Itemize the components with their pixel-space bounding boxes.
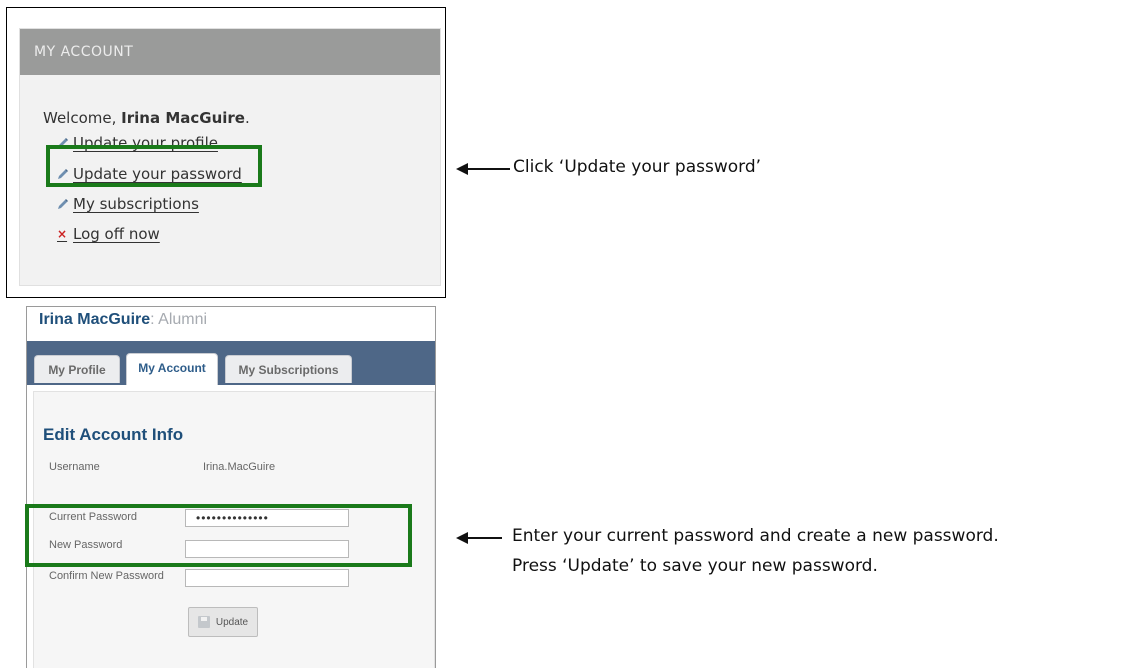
my-subscriptions-link[interactable]: My subscriptions [57,195,199,213]
section-title: Edit Account Info [43,425,184,444]
save-disk-icon [197,616,210,628]
tab-bar: My Profile My Account My Subscriptions [27,341,435,385]
profile-title: Irina MacGuire: Alumni [39,311,207,329]
arrow-left-icon [456,163,510,175]
welcome-text: Welcome, Irina MacGuire. [43,109,250,127]
confirm-password-field[interactable] [185,569,349,587]
step2-instruction-line1: Enter your current password and create a… [512,526,999,546]
log-off-link[interactable]: × Log off now [57,225,160,243]
username-label: Username [49,461,100,473]
profile-user-name: Irina MacGuire [39,311,151,328]
step2-instruction-line2: Press ‘Update’ to save your new password… [512,556,878,576]
tab-my-account[interactable]: My Account [126,353,218,385]
my-account-header: MY ACCOUNT [20,29,440,75]
tab-my-profile[interactable]: My Profile [34,355,120,383]
highlight-password-fields [25,504,412,567]
welcome-suffix: . [244,109,250,127]
update-button[interactable]: Update [188,607,258,637]
edit-account-screenshot: Irina MacGuire: Alumni My Profile My Acc… [26,306,436,668]
highlight-update-password [46,145,262,187]
confirm-password-label: Confirm New Password [49,570,164,582]
welcome-prefix: Welcome, [43,109,117,127]
username-value: Irina.MacGuire [203,461,276,473]
arrow-left-icon [456,532,502,544]
update-button-label: Update [215,616,249,628]
my-subscriptions-label: My subscriptions [73,195,199,213]
pencil-icon [57,198,69,210]
x-icon: × [57,227,68,241]
welcome-user-name: Irina MacGuire [121,109,245,127]
profile-role: : Alumni [150,311,208,328]
step1-instruction: Click ‘Update your password’ [513,157,762,177]
log-off-label: Log off now [73,225,160,243]
tab-my-subscriptions[interactable]: My Subscriptions [225,355,352,383]
